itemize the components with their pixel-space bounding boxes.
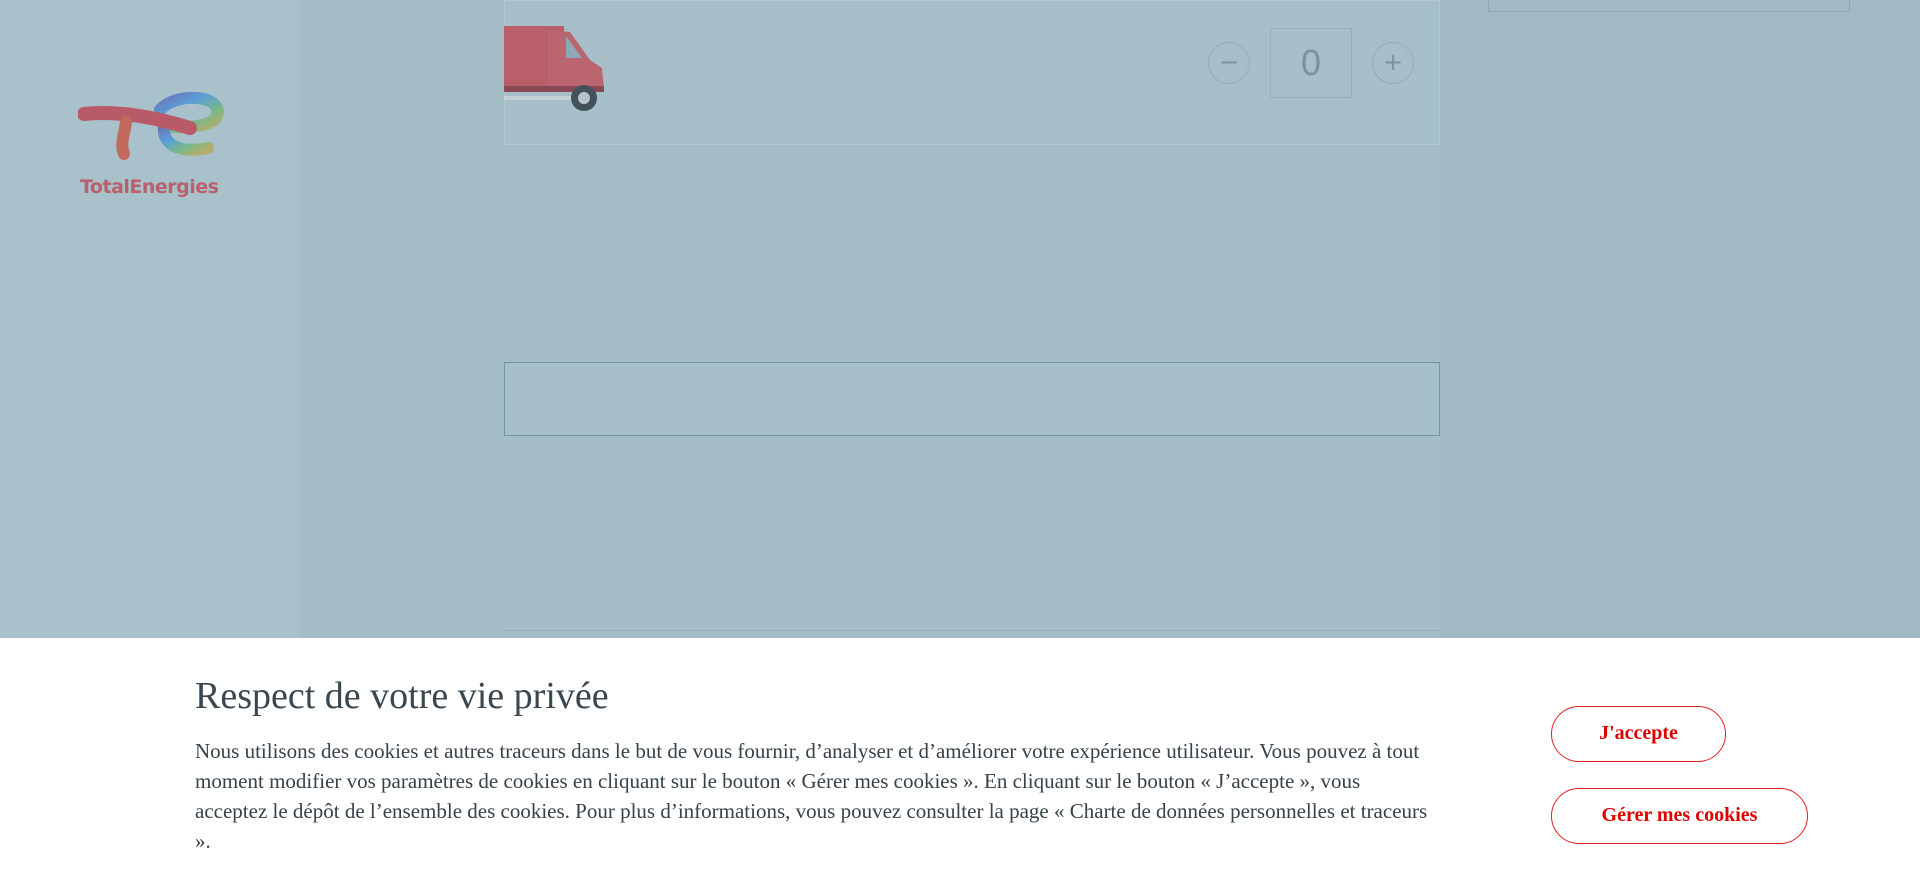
increase-quantity-button[interactable]: + (1372, 42, 1414, 84)
cookie-banner-text: Nous utilisons des cookies et autres tra… (195, 739, 1428, 853)
quantity-field[interactable]: 0 (1270, 28, 1352, 98)
right-panel-box (1488, 0, 1850, 12)
divider (504, 630, 1440, 631)
manage-cookies-button[interactable]: Gérer mes cookies (1551, 788, 1808, 844)
input-field[interactable] (504, 362, 1440, 436)
right-column (1440, 0, 1920, 640)
truck-icon (504, 26, 604, 111)
cookie-banner: Respect de votre vie privée Nous utiliso… (0, 638, 1920, 880)
cookie-banner-title: Respect de votre vie privée (195, 675, 609, 717)
decrease-quantity-button[interactable]: − (1208, 42, 1250, 84)
accept-cookies-button[interactable]: J'accepte (1551, 706, 1726, 762)
logo-wordmark: TotalEnergies (80, 176, 219, 198)
